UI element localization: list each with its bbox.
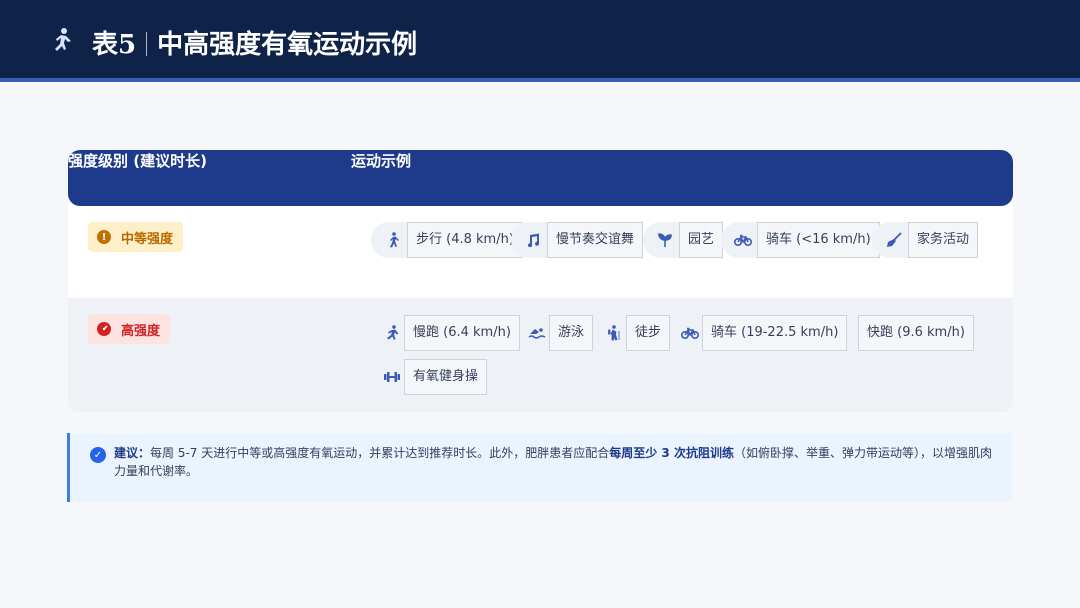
level-label: 高强度 — [121, 323, 161, 339]
sprout-icon — [653, 228, 677, 252]
info-icon: ! — [97, 230, 111, 244]
example-chip: 有氧健身操 — [380, 359, 488, 395]
example-label: 快跑 (9.6 km/h) — [858, 315, 974, 351]
walking-icon — [381, 228, 405, 252]
table-row-moderate: ! 中等强度 步行 (4.8 km/h) 慢节奏交谊舞 园艺 骑车 (<16 k… — [68, 206, 1013, 298]
column-header-level: 强度级别 (建议时长) — [68, 152, 207, 170]
page-title: 表5 中高强度有氧运动示例 — [92, 24, 417, 61]
check-circle-icon: ✓ — [90, 447, 106, 463]
slide-header: 表5 中高强度有氧运动示例 — [0, 0, 1080, 82]
hiking-icon — [602, 321, 626, 345]
example-label: 家务活动 — [908, 222, 979, 258]
example-chip: 骑车 (19-22.5 km/h) — [678, 315, 848, 351]
example-label: 步行 (4.8 km/h) — [407, 222, 523, 258]
swimming-icon — [525, 321, 549, 345]
level-badge-high: 高强度 — [88, 314, 171, 344]
example-label: 有氧健身操 — [404, 359, 488, 395]
level-label: 中等强度 — [121, 231, 174, 247]
example-chip: 步行 (4.8 km/h) — [371, 222, 523, 258]
dumbbell-icon — [380, 365, 404, 389]
note-label: 建议： — [114, 446, 151, 460]
example-chip: 园艺 — [643, 222, 724, 258]
title-text: 中高强度有氧运动示例 — [157, 30, 418, 60]
example-label: 徒步 — [626, 315, 671, 351]
example-chip: 慢节奏交谊舞 — [511, 222, 644, 258]
example-chip: 慢跑 (6.4 km/h) — [380, 315, 520, 351]
example-label: 慢跑 (6.4 km/h) — [404, 315, 520, 351]
note-text: 建议：每周 5-7 天进行中等或高强度有氧运动，并累计达到推荐时长。此外，肥胖患… — [114, 444, 999, 480]
example-label: 园艺 — [679, 222, 724, 258]
bicycle-icon — [731, 228, 755, 252]
note-emphasis: 每周至少 3 次抗阻训练 — [609, 446, 734, 460]
table-number: 表5 — [92, 30, 137, 60]
example-chip: 骑车 (<16 km/h) — [721, 222, 880, 258]
example-chip: 家务活动 — [872, 222, 979, 258]
level-badge-moderate: ! 中等强度 — [88, 222, 184, 252]
column-header-examples: 运动示例 — [351, 152, 412, 170]
running-icon — [380, 321, 404, 345]
title-separator — [146, 32, 148, 56]
table-row-high: 高强度 慢跑 (6.4 km/h) 游泳 徒步 骑车 (19-22.5 km/h — [68, 298, 1013, 412]
example-label: 慢节奏交谊舞 — [547, 222, 644, 258]
example-chip: 徒步 — [602, 315, 671, 351]
running-icon — [48, 27, 74, 55]
example-label: 骑车 (<16 km/h) — [757, 222, 880, 258]
music-note-icon — [521, 228, 545, 252]
broom-icon — [882, 228, 906, 252]
table-header: 强度级别 (建议时长) 运动示例 — [68, 150, 1013, 206]
example-label: 游泳 — [549, 315, 594, 351]
example-label: 骑车 (19-22.5 km/h) — [702, 315, 848, 351]
gauge-icon — [97, 322, 111, 336]
note-text-part1: 每周 5-7 天进行中等或高强度有氧运动，并累计达到推荐时长。此外，肥胖患者应配… — [150, 446, 610, 460]
bicycle-icon — [678, 321, 702, 345]
recommendation-note: ✓ 建议：每周 5-7 天进行中等或高强度有氧运动，并累计达到推荐时长。此外，肥… — [67, 433, 1012, 502]
example-chip: 游泳 — [525, 315, 594, 351]
example-chip: 快跑 (9.6 km/h) — [858, 315, 974, 351]
exercise-table: 强度级别 (建议时长) 运动示例 ! 中等强度 步行 (4.8 km/h) 慢节… — [68, 150, 1013, 412]
